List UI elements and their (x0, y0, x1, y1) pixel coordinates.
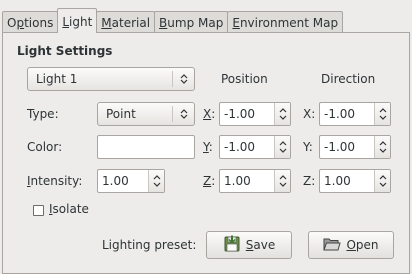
open-button-label: Open (346, 238, 379, 252)
spin-stepper-icon[interactable] (274, 170, 290, 192)
direction-heading: Direction (321, 72, 376, 86)
tab-bar: Options Light Material Bump Map Environm… (2, 8, 344, 33)
tab-light-label: Light (62, 15, 93, 29)
combo-arrows-icon (172, 106, 194, 122)
light-tab-panel: Light Settings Light 1 Position Directio… (2, 32, 410, 274)
position-x-spinbutton[interactable]: -1.00 (219, 102, 291, 126)
save-button-label: Save (245, 238, 276, 252)
position-z-spinbutton[interactable]: 1.00 (219, 169, 291, 193)
combo-arrows-icon (172, 71, 194, 87)
tab-environment-map[interactable]: Environment Map (227, 11, 344, 33)
direction-x-spinbutton[interactable]: -1.00 (319, 102, 391, 126)
tab-material[interactable]: Material (96, 11, 156, 33)
direction-y-spinbutton[interactable]: -1.00 (319, 135, 391, 159)
light-settings-heading: Light Settings (17, 44, 113, 58)
position-z-value: 1.00 (224, 174, 251, 188)
tab-environment-map-label: Environment Map (232, 15, 339, 30)
type-label: Type: (27, 107, 59, 121)
light-select-combo[interactable]: Light 1 (27, 67, 195, 91)
position-y-value: -1.00 (224, 140, 256, 154)
intensity-value: 1.00 (102, 174, 129, 188)
position-heading: Position (221, 72, 268, 86)
spin-stepper-icon[interactable] (148, 170, 164, 192)
intensity-spinbutton[interactable]: 1.00 (97, 169, 165, 193)
spin-stepper-icon[interactable] (374, 170, 390, 192)
spin-stepper-icon[interactable] (274, 103, 290, 125)
direction-z-spinbutton[interactable]: 1.00 (319, 169, 391, 193)
save-preset-button[interactable]: Save (206, 231, 292, 259)
position-y-spinbutton[interactable]: -1.00 (219, 135, 291, 159)
spin-stepper-icon[interactable] (374, 103, 390, 125)
intensity-label: Intensity: (27, 174, 83, 188)
isolate-checkbox[interactable] (33, 205, 44, 216)
position-z-label: Z: (203, 174, 216, 188)
tab-options-label: Options (7, 15, 54, 30)
light-select-value: Light 1 (36, 72, 78, 86)
isolate-label: Isolate (49, 202, 89, 216)
direction-y-label: Y: (303, 140, 313, 154)
tab-light[interactable]: Light (57, 8, 98, 33)
tab-material-label: Material (101, 15, 151, 30)
position-x-value: -1.00 (224, 107, 256, 121)
tab-bump-map-label: Bump Map (159, 15, 224, 30)
position-x-label: X: (203, 107, 216, 121)
direction-z-value: 1.00 (324, 174, 351, 188)
lighting-preset-label: Lighting preset: (102, 238, 197, 252)
direction-x-label: X: (303, 107, 316, 121)
color-swatch-button[interactable] (97, 135, 195, 159)
open-preset-button[interactable]: Open (308, 231, 394, 259)
color-label: Color: (27, 140, 63, 154)
direction-z-label: Z: (303, 174, 316, 188)
spin-stepper-icon[interactable] (274, 136, 290, 158)
tab-bump-map[interactable]: Bump Map (154, 11, 229, 33)
direction-y-value: -1.00 (324, 140, 356, 154)
type-combo[interactable]: Point (97, 102, 195, 126)
save-icon (223, 235, 241, 256)
position-y-label: Y: (203, 140, 213, 154)
tab-options[interactable]: Options (2, 11, 59, 33)
type-value: Point (106, 107, 136, 121)
open-icon (323, 236, 342, 255)
direction-x-value: -1.00 (324, 107, 356, 121)
spin-stepper-icon[interactable] (374, 136, 390, 158)
